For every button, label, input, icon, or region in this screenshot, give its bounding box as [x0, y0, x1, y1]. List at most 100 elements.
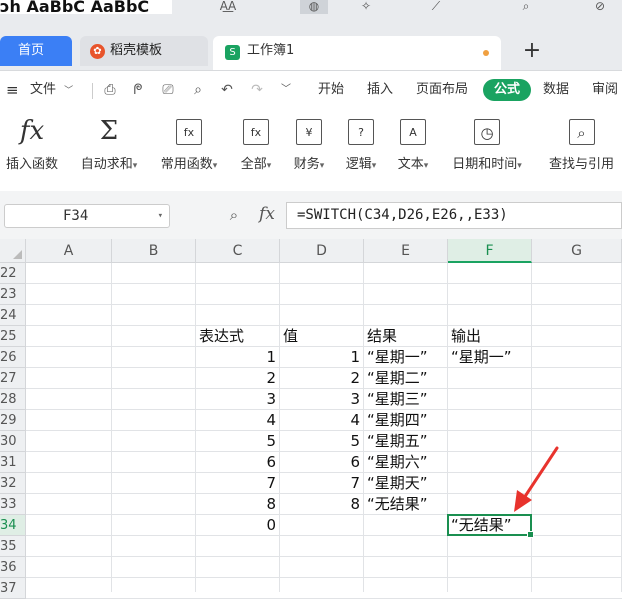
cell-c28[interactable]: 3: [196, 389, 280, 410]
column-header-c[interactable]: C: [196, 239, 280, 263]
row-header-27[interactable]: 27: [0, 368, 26, 389]
lookup-reference-label: 查找与引用: [548, 157, 614, 172]
paint-icon[interactable]: ◍: [300, 0, 328, 14]
undo-icon[interactable]: ↶: [217, 80, 237, 100]
more-chevron-icon[interactable]: ﹀: [276, 80, 296, 100]
formula-input[interactable]: =SWITCH(C34,D26,E26,,E33): [286, 202, 622, 229]
menu-page-layout[interactable]: 页面布局: [416, 80, 468, 100]
cell-c26[interactable]: 1: [196, 347, 280, 368]
chevron-down-icon[interactable]: ▾: [158, 205, 163, 227]
cell-e26[interactable]: “星期一”: [364, 347, 448, 368]
all-functions-label: 全部: [240, 157, 267, 172]
column-header-f[interactable]: F: [448, 239, 532, 263]
cell-c31[interactable]: 6: [196, 452, 280, 473]
cell-d32[interactable]: 7: [280, 473, 364, 494]
pen-icon[interactable]: ⟋: [422, 0, 450, 14]
caret-down-icon: ▾: [132, 161, 138, 171]
row-header-37[interactable]: 37: [0, 578, 26, 599]
redo-icon[interactable]: ↷: [247, 80, 267, 100]
tool-icon[interactable]: ⊘: [586, 0, 614, 14]
cell-d28[interactable]: 3: [280, 389, 364, 410]
cell-c34[interactable]: 0: [196, 515, 280, 536]
tab-docer-templates[interactable]: ✿ 稻壳模板: [80, 36, 208, 66]
logical-button[interactable]: ? 逻辑▾: [341, 115, 381, 185]
zoom-icon[interactable]: ⌕: [224, 205, 244, 225]
spreadsheet-grid: A B C D E F G 22 23 24 25 26 27 28 29 30 31 32 33 34 35 36 37 表…: [0, 239, 622, 599]
menu-review[interactable]: 审阅: [592, 80, 618, 100]
print-icon[interactable]: ⎚: [158, 80, 178, 100]
cell-e28[interactable]: “星期三”: [364, 389, 448, 410]
text-format-icon[interactable]: A͟A: [214, 0, 242, 14]
menu-start[interactable]: 开始: [318, 80, 344, 100]
hamburger-menu-icon[interactable]: ≡: [6, 80, 19, 100]
row-header-36[interactable]: 36: [0, 557, 26, 578]
row-header-32[interactable]: 32: [0, 473, 26, 494]
tab-home[interactable]: 首页: [0, 36, 72, 66]
common-functions-button[interactable]: fx 常用函数▾: [156, 115, 222, 185]
row-header-23[interactable]: 23: [0, 284, 26, 305]
cell-d30[interactable]: 5: [280, 431, 364, 452]
fx-icon[interactable]: fx: [256, 203, 278, 225]
row-header-35[interactable]: 35: [0, 536, 26, 557]
row-header-26[interactable]: 26: [0, 347, 26, 368]
cell-d27[interactable]: 2: [280, 368, 364, 389]
autosum-button[interactable]: Σ 自动求和▾: [76, 115, 142, 185]
print-preview-icon[interactable]: ⌕: [188, 80, 208, 100]
menu-file[interactable]: 文件 ﹀: [30, 80, 73, 100]
cell-c27[interactable]: 2: [196, 368, 280, 389]
column-header-d[interactable]: D: [280, 239, 364, 263]
new-tab-button[interactable]: +: [520, 36, 544, 66]
date-time-button[interactable]: ◷ 日期和时间▾: [446, 115, 528, 185]
brush-icon[interactable]: ✧: [352, 0, 380, 14]
column-header-e[interactable]: E: [364, 239, 448, 263]
row-header-29[interactable]: 29: [0, 410, 26, 431]
lookup-reference-button[interactable]: ⌕ 查找与引用: [541, 115, 622, 185]
cell-c25[interactable]: 表达式: [196, 326, 280, 347]
cell-e29[interactable]: “星期四”: [364, 410, 448, 431]
cell-d26[interactable]: 1: [280, 347, 364, 368]
row-header-24[interactable]: 24: [0, 305, 26, 326]
select-all-corner[interactable]: [0, 239, 26, 263]
cell-f25[interactable]: 输出: [448, 326, 532, 347]
menu-data[interactable]: 数据: [543, 80, 569, 100]
row-header-30[interactable]: 30: [0, 431, 26, 452]
insert-function-button[interactable]: fx 插入函数: [2, 115, 62, 185]
cell-e27[interactable]: “星期二”: [364, 368, 448, 389]
search-icon[interactable]: ⌕: [512, 0, 540, 14]
cell-d31[interactable]: 6: [280, 452, 364, 473]
name-box-value: F34: [63, 208, 89, 224]
cell-f26[interactable]: “星期一”: [448, 347, 532, 368]
format-painter-icon[interactable]: ᖘ: [128, 80, 148, 100]
cell-e32[interactable]: “星期天”: [364, 473, 448, 494]
menu-formulas[interactable]: 公式: [483, 79, 531, 101]
tab-workbook[interactable]: S 工作簿1: [213, 36, 501, 70]
financial-button[interactable]: ¥ 财务▾: [289, 115, 329, 185]
row-header-22[interactable]: 22: [0, 263, 26, 284]
cell-c33[interactable]: 8: [196, 494, 280, 515]
row-header-28[interactable]: 28: [0, 389, 26, 410]
column-header-b[interactable]: B: [112, 239, 196, 263]
cell-c30[interactable]: 5: [196, 431, 280, 452]
all-functions-button[interactable]: fx 全部▾: [236, 115, 276, 185]
row-header-34[interactable]: 34: [0, 515, 26, 536]
column-header-a[interactable]: A: [26, 239, 112, 263]
fx-icon: fx: [19, 116, 45, 146]
cell-d33[interactable]: 8: [280, 494, 364, 515]
text-button[interactable]: A 文本▾: [393, 115, 433, 185]
name-box[interactable]: F34 ▾: [4, 204, 170, 228]
row-header-33[interactable]: 33: [0, 494, 26, 515]
cell-d29[interactable]: 4: [280, 410, 364, 431]
cell-d25[interactable]: 值: [280, 326, 364, 347]
cell-e30[interactable]: “星期五”: [364, 431, 448, 452]
row-header-31[interactable]: 31: [0, 452, 26, 473]
ribbon: fx 插入函数 Σ 自动求和▾ fx 常用函数▾ fx 全部▾ ¥ 财务▾ ? …: [0, 109, 622, 192]
menu-insert[interactable]: 插入: [367, 80, 393, 100]
cell-c32[interactable]: 7: [196, 473, 280, 494]
cell-e31[interactable]: “星期六”: [364, 452, 448, 473]
column-header-g[interactable]: G: [532, 239, 622, 263]
row-header-25[interactable]: 25: [0, 326, 26, 347]
cell-e25[interactable]: 结果: [364, 326, 448, 347]
cell-e33[interactable]: “无结果”: [364, 494, 448, 515]
save-icon[interactable]: ⎙: [100, 80, 120, 100]
cell-c29[interactable]: 4: [196, 410, 280, 431]
